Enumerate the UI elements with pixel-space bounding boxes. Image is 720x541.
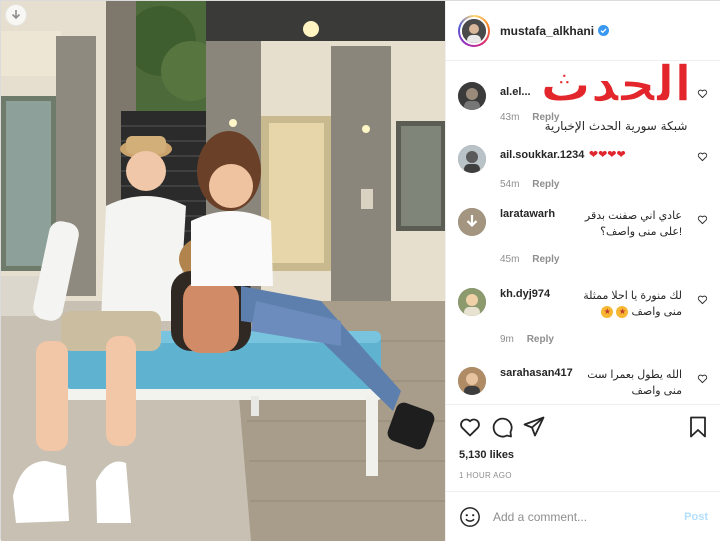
comment-icon[interactable] [490,415,514,439]
owner-username[interactable]: mustafa_alkhani [500,24,594,38]
post-header: mustafa_alkhani [446,1,720,61]
reply-button[interactable]: Reply [532,179,559,190]
instagram-post-window: mustafa_alkhani al.el... 43m Reply ail.s… [0,0,720,541]
comment-text-line1: الله يطول بعمرا ست [587,369,682,381]
comment-like-icon[interactable] [697,373,708,384]
commenter-avatar-image [458,367,486,395]
comment-like-icon[interactable] [697,214,708,225]
commenter-avatar-image [458,288,486,316]
comment-like-icon[interactable] [697,151,708,162]
post-actions: 5,130 likes 1 HOUR AGO [446,404,720,504]
comment-text-line1: لك منورة يا احلا ممثلة [583,290,682,302]
comment-time: 9m [500,334,514,345]
star-eyes-emoji-icon: ★ [616,306,629,319]
comment-input[interactable] [493,509,663,524]
comment-text: ❤❤❤❤ [588,148,626,161]
post-comment-button[interactable]: Post [684,511,708,523]
share-icon[interactable] [522,415,546,439]
download-button[interactable] [5,4,27,26]
commenter-avatar[interactable] [458,288,486,316]
reply-button[interactable]: Reply [532,112,559,123]
commenter-avatar-image [458,145,486,173]
commenter-avatar[interactable] [458,367,486,395]
comment-text-line2-row: منى واصف ★ ★ [500,304,682,320]
comment-text-line2: !على منى واصف؟ [600,226,682,238]
commenter-avatar[interactable] [458,82,486,110]
comment-time: 43m [500,112,520,123]
comment-text-line1: عادي اني صفنت بدقر [584,210,682,222]
comments-list: al.el... 43m Reply ail.soukkar.1234 ❤❤❤❤… [446,62,720,404]
add-comment-bar: Post [446,491,720,541]
reply-button[interactable]: Reply [532,254,559,265]
post-photo[interactable] [1,1,445,541]
owner-avatar[interactable] [458,14,490,47]
heart-icon[interactable] [458,415,482,439]
bookmark-icon[interactable] [686,415,710,439]
commenter-avatar[interactable] [458,145,486,173]
owner-avatar-image [462,18,486,43]
post-timestamp[interactable]: 1 HOUR AGO [459,471,512,480]
post-sidebar: mustafa_alkhani al.el... 43m Reply ail.s… [445,1,720,541]
comment-text-line2: منى واصف [631,306,682,318]
commenter-username[interactable]: al.el... [500,86,531,98]
download-icon [11,10,21,20]
comment-text-line2: منى واصف [631,385,682,397]
commenter-username[interactable]: laratawarh [500,208,555,224]
comment-time: 45m [500,254,520,265]
comment-time: 54m [500,179,520,190]
default-avatar-image [458,208,486,236]
verified-badge-icon [598,25,610,36]
comment-like-icon[interactable] [697,88,708,99]
commenter-username[interactable]: ail.soukkar.1234 [500,149,584,161]
commenter-username[interactable]: kh.dyj974 [500,288,550,304]
commenter-avatar-image [458,82,486,110]
likes-count[interactable]: 5,130 likes [459,449,514,461]
commenter-username[interactable]: sarahasan417 [500,367,573,383]
star-eyes-emoji-icon: ★ [601,306,614,319]
comment-like-icon[interactable] [697,294,708,305]
commenter-avatar[interactable] [458,208,486,236]
reply-button[interactable]: Reply [527,334,554,345]
smiley-icon[interactable] [459,506,481,528]
photo-illustration [1,1,445,541]
